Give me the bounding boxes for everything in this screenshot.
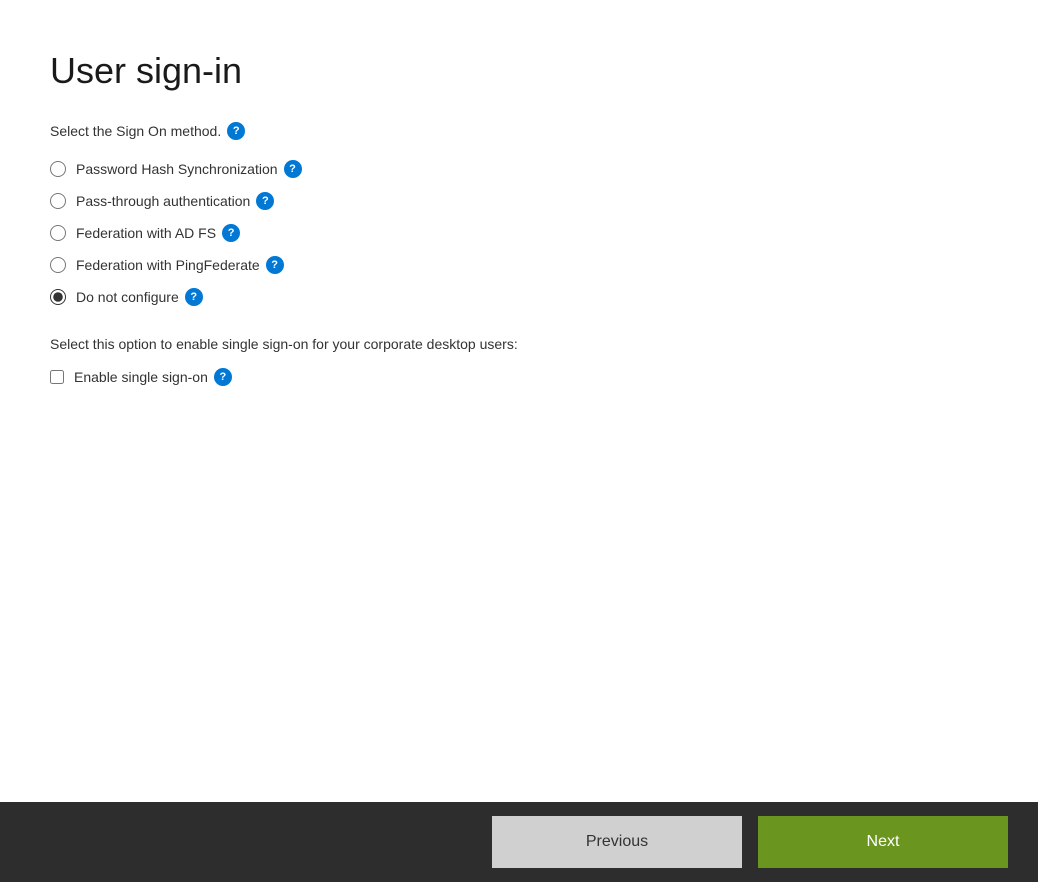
sso-section-label: Select this option to enable single sign… [50,336,988,352]
sign-on-label-text: Select the Sign On method. [50,123,221,139]
radio-item-password-hash[interactable]: Password Hash Synchronization ? [50,160,988,178]
checkbox-sso-help-icon[interactable]: ? [214,368,232,386]
radio-passthrough-help-icon[interactable]: ? [256,192,274,210]
radio-adfs-help-icon[interactable]: ? [222,224,240,242]
checkbox-sso[interactable] [50,370,64,384]
radio-do-not-configure[interactable] [50,289,66,305]
radio-item-do-not-configure[interactable]: Do not configure ? [50,288,988,306]
radio-pingfederate[interactable] [50,257,66,273]
sign-on-section-label: Select the Sign On method. ? [50,122,988,140]
radio-item-pingfederate[interactable]: Federation with PingFederate ? [50,256,988,274]
radio-password-hash-label: Password Hash Synchronization [76,161,278,177]
radio-item-passthrough[interactable]: Pass-through authentication ? [50,192,988,210]
radio-do-not-configure-label: Do not configure [76,289,179,305]
radio-password-hash[interactable] [50,161,66,177]
page-title: User sign-in [50,50,988,92]
main-content: User sign-in Select the Sign On method. … [0,0,1038,802]
radio-pingfederate-label: Federation with PingFederate [76,257,260,273]
radio-item-adfs[interactable]: Federation with AD FS ? [50,224,988,242]
radio-adfs[interactable] [50,225,66,241]
checkbox-item-sso[interactable]: Enable single sign-on ? [50,368,988,386]
checkbox-sso-label: Enable single sign-on [74,369,208,385]
sign-on-help-icon[interactable]: ? [227,122,245,140]
radio-do-not-configure-help-icon[interactable]: ? [185,288,203,306]
radio-passthrough-label: Pass-through authentication [76,193,250,209]
radio-group: Password Hash Synchronization ? Pass-thr… [50,160,988,306]
radio-pingfederate-help-icon[interactable]: ? [266,256,284,274]
radio-passthrough[interactable] [50,193,66,209]
radio-password-hash-help-icon[interactable]: ? [284,160,302,178]
radio-adfs-label: Federation with AD FS [76,225,216,241]
next-button[interactable]: Next [758,816,1008,868]
previous-button[interactable]: Previous [492,816,742,868]
footer: Previous Next [0,802,1038,882]
